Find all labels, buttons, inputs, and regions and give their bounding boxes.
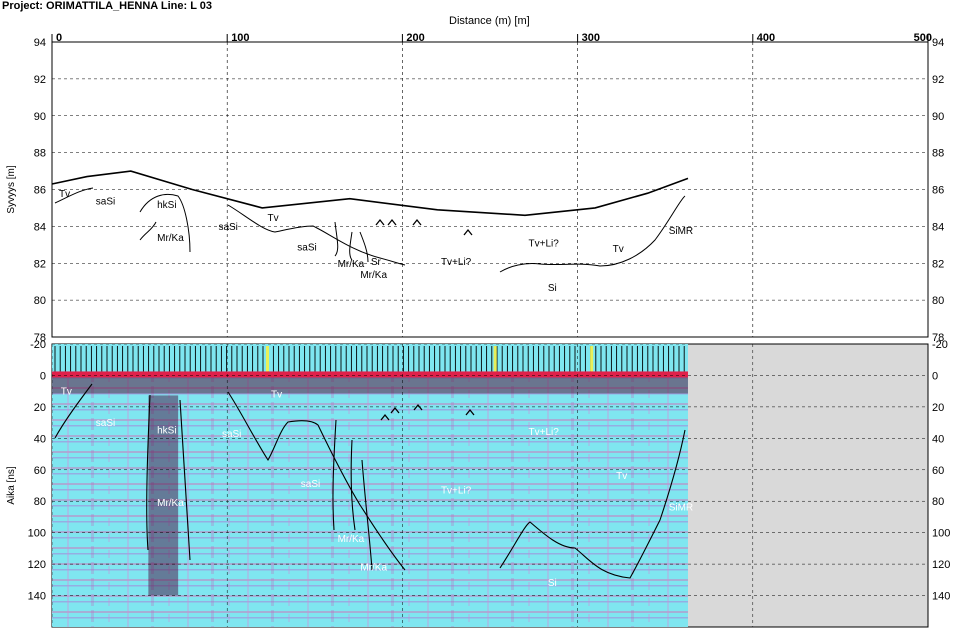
x-tick-label: 200 xyxy=(406,32,424,44)
elevation-annotation: saSi xyxy=(297,242,316,253)
elevation-y-tick-label-right: 84 xyxy=(932,221,944,233)
radargram-y-tick-label-right: 100 xyxy=(932,528,950,540)
radargram-y-tick-label-left: 100 xyxy=(28,528,46,540)
radargram-annotation: Mr/Ka xyxy=(338,534,365,545)
radargram-y-tick-label-right: 20 xyxy=(932,402,944,414)
elevation-y-tick-label-left: 88 xyxy=(34,148,46,160)
elevation-annotation: Si xyxy=(548,283,557,294)
elevation-annotation: Mr/Ka xyxy=(338,259,365,270)
radargram-annotation: Tv+Li? xyxy=(529,427,560,438)
elevation-y-tick-label-left: 94 xyxy=(34,37,46,49)
elevation-y-tick-label-left: 92 xyxy=(34,74,46,86)
radargram-y-tick-label-right: 60 xyxy=(932,465,944,477)
event-marker xyxy=(590,346,594,372)
radargram-y-tick-label-left: 120 xyxy=(28,559,46,571)
radargram-y-tick-label-left: 60 xyxy=(34,465,46,477)
direct-wave-band xyxy=(52,371,688,378)
elevation-y-tick-label-left: 86 xyxy=(34,185,46,197)
radargram-y-tick-label-left: 140 xyxy=(28,591,46,603)
event-marker xyxy=(493,346,497,372)
radargram-y-tick-label-right: 0 xyxy=(932,370,938,382)
radargram-annotation: SiMR xyxy=(669,503,693,514)
elevation-y-tick-label-right: 90 xyxy=(932,111,944,123)
event-marker xyxy=(265,346,269,372)
radargram-annotation: saSi xyxy=(96,418,115,429)
chart-figure: 78 7880 8082 8284 8486 8688 8890 9092 9294 94Syvy… xyxy=(6,32,950,628)
x-tick-label: 100 xyxy=(231,32,249,44)
elevation-annotation: SiMR xyxy=(669,226,693,237)
radargram-annotation: Tv+Li? xyxy=(441,485,472,496)
radargram-y-tick-label-right: 80 xyxy=(932,496,944,508)
radargram-annotation: hkSi xyxy=(157,426,176,437)
elevation-y-tick-label-right: 88 xyxy=(932,148,944,160)
elevation-y-tick-label-left: 82 xyxy=(34,258,46,270)
elevation-y-tick-label-right: 92 xyxy=(932,74,944,86)
radargram-annotation: saSi xyxy=(301,479,320,490)
x-tick-label: 0 xyxy=(56,32,62,44)
radargram-y-axis-label: Aika [ns] xyxy=(6,466,17,505)
elevation-y-tick-label-left: 80 xyxy=(34,295,46,307)
radargram-annotation: Tv xyxy=(271,389,282,400)
elevation-annotation: Tv xyxy=(267,213,278,224)
radargram-y-tick-label-left: 40 xyxy=(34,433,46,445)
x-tick-label: 500 xyxy=(914,32,932,44)
elevation-annotation: saSi xyxy=(218,222,237,233)
elevation-y-axis-label: Syvyys [m] xyxy=(6,165,17,214)
radargram-y-tick-label-right: 140 xyxy=(932,591,950,603)
radargram-y-tick-label-left: 20 xyxy=(34,402,46,414)
elevation-panel: 78 7880 8082 8284 8486 8688 8890 9092 9294 94Syvy… xyxy=(6,37,944,344)
elevation-y-tick-label-left: 90 xyxy=(34,111,46,123)
radargram-y-tick-label-right: 120 xyxy=(932,559,950,571)
elevation-annotation: hkSi xyxy=(157,200,176,211)
elevation-annotation: Sr xyxy=(371,257,382,268)
radargram-annotation: saSi xyxy=(222,429,241,440)
elevation-y-tick-label-right: 86 xyxy=(932,185,944,197)
radargram-y-tick-label-right: -20 xyxy=(932,339,948,351)
x-tick-label: 300 xyxy=(582,32,600,44)
near-surface-band xyxy=(52,377,688,394)
elevation-y-tick-label-left: 84 xyxy=(34,221,46,233)
elevation-annotation: Tv xyxy=(613,244,624,255)
radargram-y-tick-label-left: -20 xyxy=(30,339,46,351)
radargram-panel: -20 -20 0 0 20 20 40 40 60 60 80 80 100 100 120 120 140 1… xyxy=(6,339,950,628)
radargram-y-tick-label-left: 80 xyxy=(34,496,46,508)
radargram-annotation: Tv xyxy=(616,471,627,482)
elevation-annotation: Mr/Ka xyxy=(157,233,184,244)
elevation-annotation: saSi xyxy=(96,196,115,207)
elevation-annotation: Tv+Li? xyxy=(441,257,472,268)
radargram-annotation: Tv xyxy=(61,386,72,397)
elevation-y-tick-label-right: 82 xyxy=(932,258,944,270)
radargram-annotation: Mr/Ka xyxy=(360,562,387,573)
elevation-annotation: Tv xyxy=(59,189,70,200)
radargram-annotation: Mr/Ka xyxy=(157,498,184,509)
elevation-annotation: Tv+Li? xyxy=(529,239,560,250)
radargram-y-tick-label-left: 0 xyxy=(40,370,46,382)
elevation-y-tick-label-right: 94 xyxy=(932,37,944,49)
elevation-annotation: Mr/Ka xyxy=(360,270,387,281)
x-tick-label: 400 xyxy=(757,32,775,44)
elevation-y-tick-label-right: 80 xyxy=(932,295,944,307)
radargram-annotation: Si xyxy=(548,578,557,589)
radargram-y-tick-label-right: 40 xyxy=(932,433,944,445)
